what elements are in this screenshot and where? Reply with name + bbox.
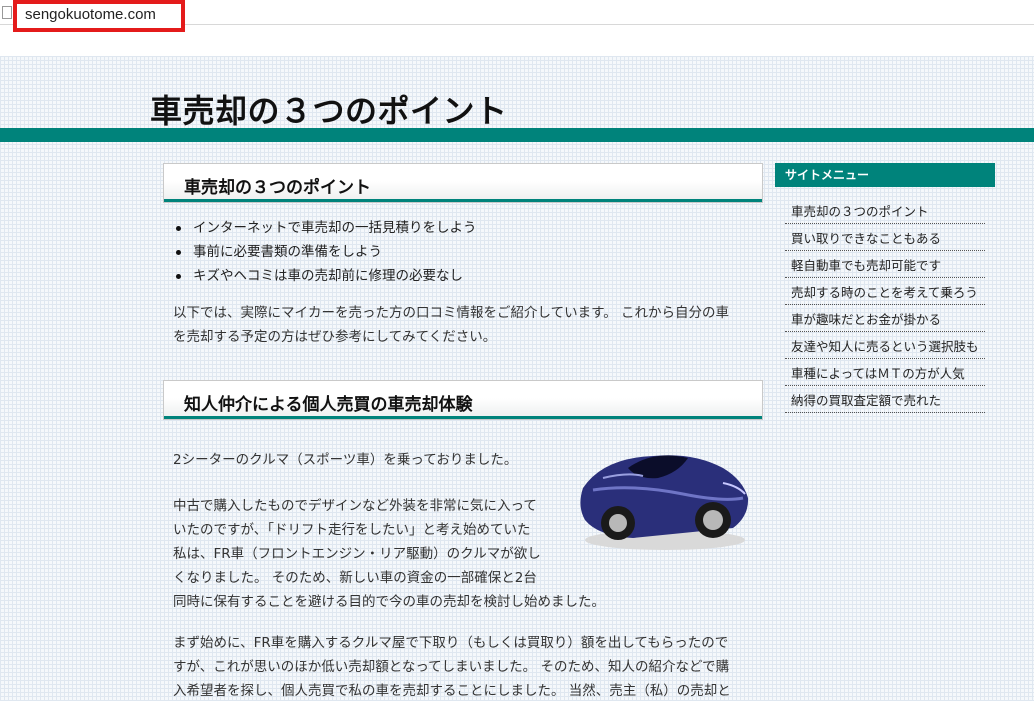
- paragraph-line: くなりました。 そのため、新しい車の資金の一部確保と2台: [173, 570, 537, 586]
- sidebar-item[interactable]: 売却する時のことを考えて乗ろう: [785, 278, 985, 305]
- heading-underline: [164, 416, 762, 419]
- url-highlight-box[interactable]: sengokuotome.com: [13, 0, 185, 32]
- experience-paragraph-2: 中古で購入したものでデザインなど外装を非常に気に入って いたのですが、「ドリフト…: [173, 494, 605, 614]
- section-heading-text: 知人仲介による個人売買の車売却体験: [184, 395, 473, 415]
- intro-paragraph: 以下では、実際にマイカーを売った方の口コミ情報をご紹介しています。 これから自分…: [173, 301, 729, 349]
- list-item: インターネットで車売却の一括見積りをしよう: [171, 216, 477, 240]
- paragraph-line: 同時に保有することを避ける目的で今の車の売却を検討し始めました。: [173, 594, 605, 610]
- sidebar-item[interactable]: 車が趣味だとお金が掛かる: [785, 305, 985, 332]
- paragraph-line: 入希望者を探し、個人売買で私の車を売却することにしました。 当然、売主（私）の売…: [173, 683, 731, 699]
- paragraph-line: 私は、FR車（フロントエンジン・リア駆動）のクルマが欲し: [173, 546, 541, 562]
- heading-underline: [164, 199, 762, 202]
- site-title[interactable]: 車売却の３つのポイント: [150, 86, 508, 132]
- sidebar-item[interactable]: 軽自動車でも売却可能です: [785, 251, 985, 278]
- section-heading-points: 車売却の３つのポイント: [163, 163, 763, 203]
- sidebar-item[interactable]: 納得の買取査定額で売れた: [785, 386, 985, 413]
- url-text[interactable]: sengokuotome.com: [25, 6, 156, 23]
- sidebar-title: サイトメニュー: [775, 163, 995, 187]
- sidebar: サイトメニュー 車売却の３つのポイント 買い取りできなこともある 軽自動車でも売…: [775, 163, 995, 413]
- sports-car-image: [580, 455, 749, 550]
- paragraph-line: いたのですが、「ドリフト走行をしたい」と考え始めていた: [173, 522, 531, 538]
- section-heading-experience: 知人仲介による個人売買の車売却体験: [163, 380, 763, 420]
- list-item: 事前に必要書類の準備をしよう: [171, 240, 477, 264]
- intro-line: を売却する予定の方はぜひ参考にしてみてください。: [173, 329, 497, 345]
- experience-paragraph-1: 2シーターのクルマ（スポーツ車）を乗っておりました。: [173, 452, 518, 468]
- page-icon: [2, 6, 12, 19]
- website-body: 車売却の３つのポイント 車売却の３つのポイント インターネットで車売却の一括見積…: [0, 56, 1034, 701]
- points-list: インターネットで車売却の一括見積りをしよう 事前に必要書類の準備をしよう キズや…: [171, 216, 477, 288]
- paragraph-line: すが、これが思いのほか低い売却額となってしまいました。 そのため、知人の紹介など…: [173, 659, 730, 675]
- section-heading-text: 車売却の３つのポイント: [184, 178, 371, 198]
- list-item: キズやヘコミは車の売却前に修理の必要なし: [171, 264, 477, 288]
- paragraph-line: まず始めに、FR車を購入するクルマ屋で下取り（もしくは買取り）額を出してもらった…: [173, 635, 729, 651]
- main-content: 車売却の３つのポイント インターネットで車売却の一括見積りをしよう 事前に必要書…: [163, 163, 763, 703]
- paragraph-line: 中古で購入したものでデザインなど外装を非常に気に入って: [173, 498, 537, 514]
- sidebar-item[interactable]: 車売却の３つのポイント: [785, 197, 985, 224]
- header-band: [0, 128, 1034, 142]
- sidebar-menu: 車売却の３つのポイント 買い取りできなこともある 軽自動車でも売却可能です 売却…: [785, 197, 985, 413]
- intro-line: 以下では、実際にマイカーを売った方の口コミ情報をご紹介しています。 これから自分…: [173, 305, 730, 321]
- sidebar-item[interactable]: 友達や知人に売るという選択肢も: [785, 332, 985, 359]
- browser-address-bar: sengokuotome.com: [0, 0, 1034, 32]
- sidebar-item[interactable]: 買い取りできなこともある: [785, 224, 985, 251]
- experience-paragraph-3: まず始めに、FR車を購入するクルマ屋で下取り（もしくは買取り）額を出してもらった…: [173, 631, 731, 703]
- sidebar-item[interactable]: 車種によってはＭＴの方が人気: [785, 359, 985, 386]
